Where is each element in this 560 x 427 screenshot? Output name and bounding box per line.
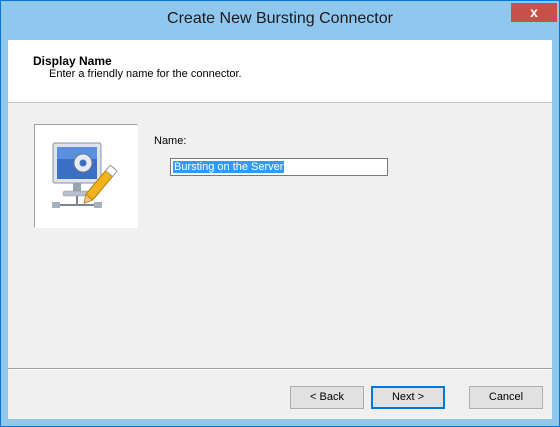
page-subtitle: Enter a friendly name for the connector. [49,68,242,80]
next-button[interactable]: Next > [371,386,445,409]
wizard-header: Display Name Enter a friendly name for t… [8,40,552,103]
connector-wizard-icon [34,124,138,228]
cancel-button[interactable]: Cancel [469,386,543,409]
dialog-client-area: Display Name Enter a friendly name for t… [8,40,552,419]
page-title: Display Name [33,54,112,68]
wizard-window: Create New Bursting Connector x Display … [0,0,560,427]
back-button[interactable]: < Back [290,386,364,409]
footer-separator [8,368,552,370]
name-input[interactable]: Bursting on the Server [170,158,388,176]
title-bar[interactable]: Create New Bursting Connector x [1,1,559,40]
window-title: Create New Bursting Connector [167,10,393,27]
name-input-value: Bursting on the Server [173,161,285,173]
name-label: Name: [154,135,187,147]
close-button[interactable]: x [511,3,557,22]
